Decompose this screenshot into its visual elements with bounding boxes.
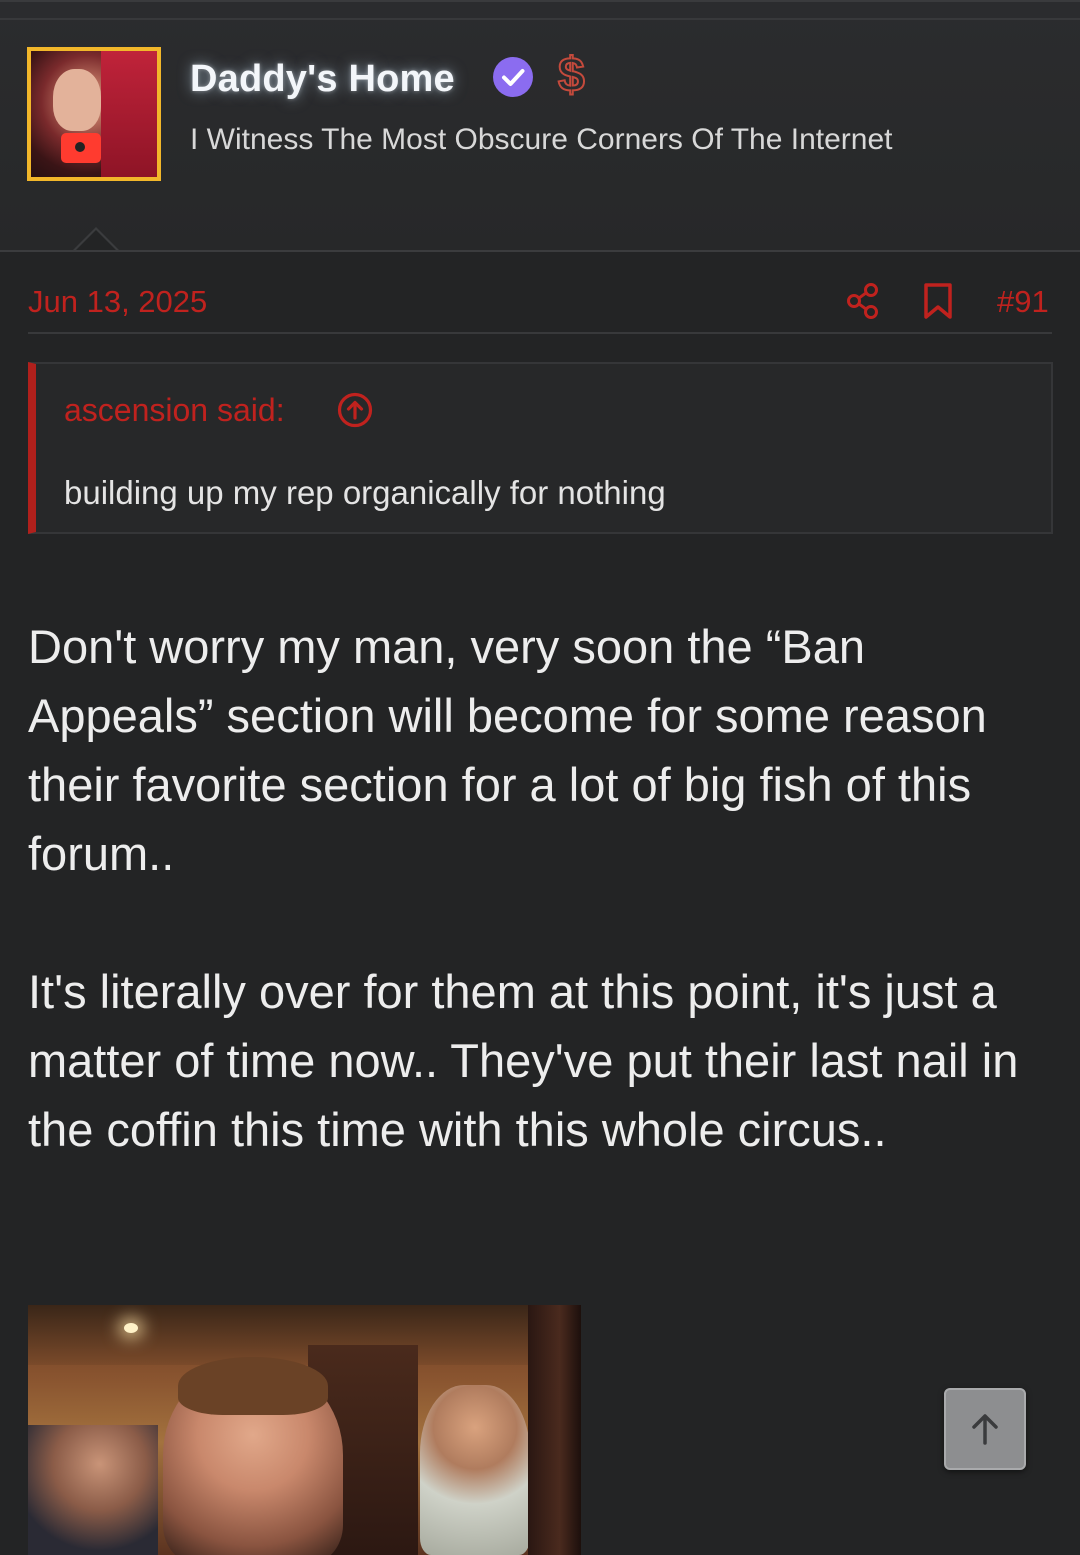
post-date[interactable]: Jun 13, 2025 bbox=[28, 284, 207, 320]
meta-divider bbox=[28, 332, 1052, 334]
post-number-link[interactable]: #91 bbox=[997, 284, 1049, 320]
post-paragraph: Don't worry my man, very soon the “Ban A… bbox=[28, 620, 987, 880]
bookmark-icon[interactable] bbox=[922, 282, 954, 320]
arrow-up-icon bbox=[972, 1414, 998, 1445]
post-body: Don't worry my man, very soon the “Ban A… bbox=[28, 612, 1058, 1164]
share-icon[interactable] bbox=[845, 282, 881, 320]
header-divider bbox=[0, 250, 1080, 252]
quote-block: ascension said: building up my rep organ… bbox=[28, 362, 1053, 534]
quote-text: building up my rep organically for nothi… bbox=[64, 474, 666, 511]
author-header: Daddy's Home $ I Witness The Most Obscur… bbox=[0, 0, 1080, 252]
author-pointer bbox=[72, 227, 120, 252]
attached-image[interactable] bbox=[28, 1305, 581, 1555]
post-paragraph: It's literally over for them at this poi… bbox=[28, 965, 1019, 1156]
top-divider bbox=[0, 18, 1080, 20]
dollar-icon: $ bbox=[557, 48, 586, 103]
arrow-up-circle-icon[interactable] bbox=[337, 392, 373, 428]
avatar[interactable] bbox=[27, 47, 161, 181]
verified-icon bbox=[493, 57, 533, 97]
quote-author[interactable]: ascension said: bbox=[64, 392, 285, 429]
scroll-to-top-button[interactable] bbox=[944, 1388, 1026, 1470]
user-title: I Witness The Most Obscure Corners Of Th… bbox=[190, 123, 893, 156]
forum-post-page: Daddy's Home $ I Witness The Most Obscur… bbox=[0, 0, 1080, 1555]
username[interactable]: Daddy's Home bbox=[190, 58, 455, 101]
